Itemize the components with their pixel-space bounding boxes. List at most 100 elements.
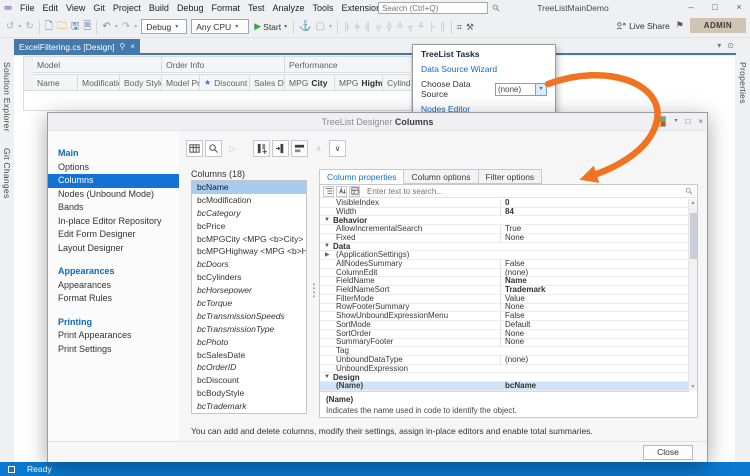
- dialog-title-bar[interactable]: TreeList Designer Columns ▾ □ ×: [48, 113, 707, 131]
- scroll-down-icon[interactable]: ▼: [689, 384, 697, 390]
- menu-format[interactable]: Format: [207, 0, 244, 16]
- column-list-item-bcprice[interactable]: bcPrice: [192, 220, 306, 233]
- column-list-item-bcmpgcity[interactable]: bcMPGCity <MPG <b>City>: [192, 233, 306, 246]
- document-tab-excelfiltering[interactable]: ExcelFiltering.cs [Design] ⚲ ×: [14, 39, 140, 54]
- save-icon[interactable]: 🖫: [69, 17, 82, 37]
- column-header-mpghighway[interactable]: MPGHighway: [335, 74, 383, 91]
- property-row-name[interactable]: (Name) bcName: [320, 381, 689, 391]
- pin-tab-icon[interactable]: ⚲: [119, 42, 125, 51]
- search-columns-button[interactable]: [205, 139, 222, 157]
- property-row-allowincrementalsearch[interactable]: AllowIncrementalSearch True: [320, 225, 689, 234]
- menu-debug[interactable]: Debug: [173, 0, 208, 16]
- column-header-sales-date[interactable]: Sales Date: [250, 74, 285, 91]
- layout-tool-icon[interactable]: ⌗: [455, 17, 464, 37]
- move-down-button[interactable]: ∨: [329, 139, 346, 157]
- solution-platform-combo[interactable]: Any CPU ▾: [191, 19, 250, 34]
- open-folder-icon[interactable]: 🗀: [55, 17, 69, 37]
- property-value-unbounddatatype[interactable]: (none): [500, 355, 689, 364]
- save-all-icon[interactable]: 🗏: [81, 17, 93, 37]
- attach-process-icon[interactable]: ⚓: [297, 17, 313, 37]
- property-row-visibleindex[interactable]: VisibleIndex 0: [320, 199, 689, 208]
- property-value-fieldname[interactable]: Name: [500, 277, 689, 286]
- column-list-item-bcbodystyle[interactable]: bcBodyStyle: [192, 387, 306, 400]
- property-row-width[interactable]: Width 84: [320, 207, 689, 217]
- close-button[interactable]: Close: [643, 445, 693, 460]
- menu-analyze[interactable]: Analyze: [269, 0, 309, 16]
- property-value-fixed[interactable]: None: [500, 233, 689, 242]
- columns-listbox[interactable]: bcName bcModification bcCategory bcPrice bcM…: [191, 180, 307, 414]
- property-search-input[interactable]: [362, 186, 685, 196]
- column-header-model-price[interactable]: Model Price: [162, 74, 200, 91]
- property-value-summaryfooter[interactable]: None: [500, 338, 689, 347]
- column-header-modification[interactable]: Modification: [78, 74, 120, 91]
- column-list-item-bcname[interactable]: bcName: [192, 181, 306, 194]
- property-value-columnedit[interactable]: (none): [500, 268, 689, 277]
- property-value-rowfootersummary[interactable]: None: [500, 303, 689, 312]
- property-row-columnedit[interactable]: ColumnEdit (none): [320, 268, 689, 278]
- property-value-visibleindex[interactable]: 0: [500, 199, 689, 207]
- property-row-sortmode[interactable]: SortMode Default: [320, 320, 689, 330]
- nav-item-appearances[interactable]: Appearances: [48, 279, 179, 293]
- column-header-mpgcity[interactable]: MPG City: [285, 74, 335, 91]
- column-list-item-bctransmissiontype[interactable]: bcTransmissionType: [192, 323, 306, 336]
- menu-test[interactable]: Test: [244, 0, 269, 16]
- property-category-design[interactable]: ▼ Design: [320, 373, 689, 383]
- property-row-filtermode[interactable]: FilterMode Value: [320, 294, 689, 304]
- column-list-item-bctorque[interactable]: bcTorque: [192, 297, 306, 310]
- column-list-item-bcorderid[interactable]: bcOrderID: [192, 361, 306, 374]
- nav-item-columns[interactable]: Columns: [48, 174, 179, 188]
- tool-tab-properties[interactable]: Properties: [738, 54, 748, 112]
- property-value-sortmode[interactable]: Default: [500, 320, 689, 329]
- feedback-icon[interactable]: ⚑: [676, 20, 684, 31]
- add-column-button[interactable]: [253, 139, 270, 157]
- solution-configuration-combo[interactable]: Debug ▾: [141, 19, 188, 34]
- alphabetical-sort-icon[interactable]: [336, 185, 347, 197]
- property-value-showunboundexpressionmenu[interactable]: False: [500, 312, 689, 321]
- column-list-item-bcdiscount[interactable]: bcDiscount: [192, 374, 306, 387]
- collapse-icon[interactable]: ▼: [324, 243, 330, 249]
- nav-item-format-rules[interactable]: Format Rules: [48, 292, 179, 306]
- data-source-wizard-link[interactable]: Data Source Wizard: [421, 64, 547, 74]
- menu-project[interactable]: Project: [109, 0, 145, 16]
- property-grid[interactable]: VisibleIndex 0 Width 84 ▼ Behavior AllowIncrem…: [320, 199, 689, 391]
- column-list-item-bcdoors[interactable]: bcDoors: [192, 258, 306, 271]
- expand-icon[interactable]: ▶: [325, 251, 330, 259]
- property-value-allnodessummary[interactable]: False: [500, 259, 689, 268]
- column-list-item-bccylinders[interactable]: bcCylinders: [192, 271, 306, 284]
- column-header-body-style[interactable]: Body Style: [120, 74, 162, 91]
- tab-column-options[interactable]: Column options: [404, 169, 479, 184]
- theme-palette-icon[interactable]: [655, 116, 667, 127]
- account-button[interactable]: ADMIN: [689, 18, 746, 33]
- menu-file[interactable]: File: [16, 0, 39, 16]
- property-row-unboundexpression[interactable]: UnboundExpression: [320, 365, 689, 374]
- menu-edit[interactable]: Edit: [39, 0, 63, 16]
- dialog-maximize-button[interactable]: □: [685, 116, 690, 127]
- property-row-rowfootersummary[interactable]: RowFooterSummary None: [320, 303, 689, 313]
- add-band-button[interactable]: [291, 139, 308, 157]
- nav-item-layout-designer[interactable]: Layout Designer: [48, 242, 179, 256]
- property-value-name[interactable]: bcName: [500, 381, 689, 390]
- band-header-model[interactable]: Model: [33, 56, 162, 73]
- tools-icon[interactable]: ⚒: [464, 17, 476, 37]
- menu-build[interactable]: Build: [145, 0, 173, 16]
- column-list-item-bchorsepower[interactable]: bcHorsepower: [192, 284, 306, 297]
- band-header-order-info[interactable]: Order Info: [162, 56, 285, 73]
- property-row-fixed[interactable]: Fixed None: [320, 233, 689, 243]
- column-list-item-bcmodification[interactable]: bcModification: [192, 194, 306, 207]
- property-grid-scrollbar[interactable]: ▲ ▼: [688, 199, 697, 391]
- column-list-item-bcphoto[interactable]: bcPhoto: [192, 336, 306, 349]
- tool-tab-git-changes[interactable]: Git Changes: [2, 140, 12, 207]
- property-value-sortorder[interactable]: None: [500, 329, 689, 338]
- scroll-up-icon[interactable]: ▲: [689, 200, 697, 206]
- nav-item-bands[interactable]: Bands: [48, 201, 179, 215]
- property-value-filtermode[interactable]: Value: [500, 294, 689, 303]
- column-list-item-bctransmissionspeeds[interactable]: bcTransmissionSpeeds: [192, 310, 306, 323]
- property-row-sortorder[interactable]: SortOrder None: [320, 329, 689, 339]
- menu-git[interactable]: Git: [89, 0, 109, 16]
- tab-list-dropdown-icon[interactable]: ▾: [717, 41, 721, 50]
- collapse-icon[interactable]: ▼: [324, 374, 330, 380]
- collapse-icon[interactable]: ▼: [324, 217, 330, 223]
- property-category-data[interactable]: ▼ Data: [320, 242, 689, 252]
- panel-splitter[interactable]: • • • •: [310, 281, 318, 301]
- quick-search-input[interactable]: [379, 3, 492, 13]
